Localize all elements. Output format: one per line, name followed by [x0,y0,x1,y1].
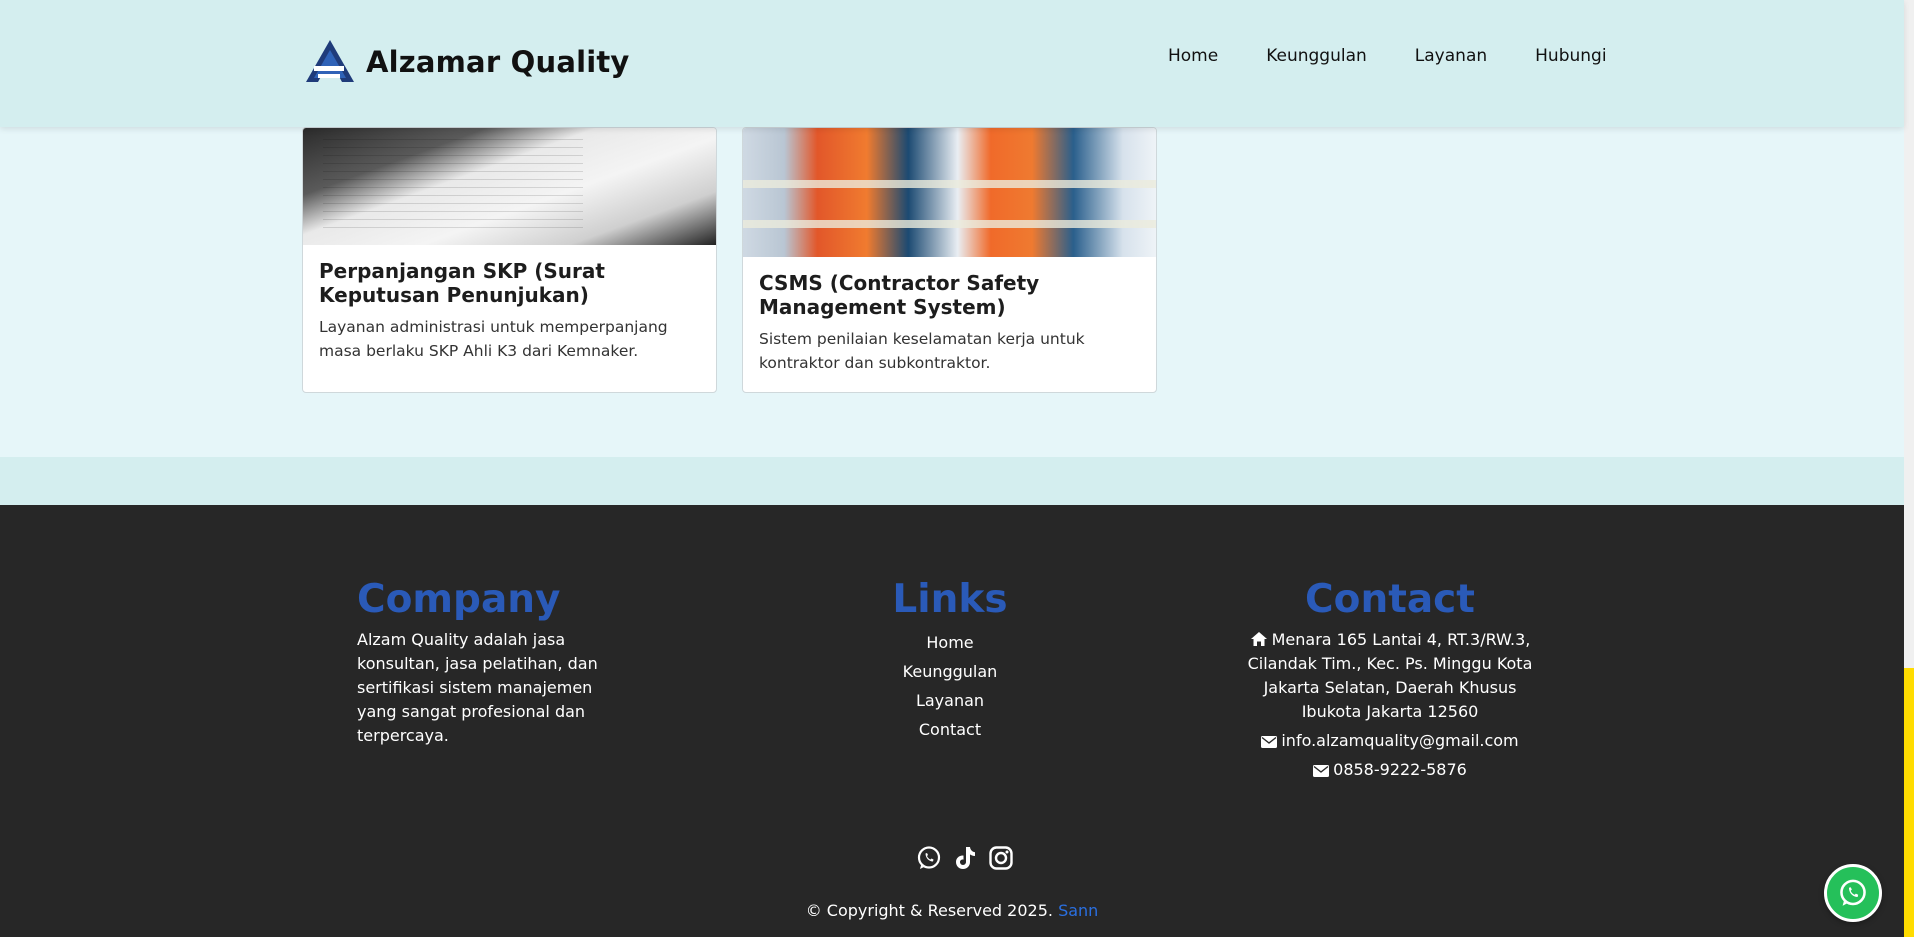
whatsapp-icon [1840,879,1866,906]
copyright: © Copyright & Reserved 2025. Sann [0,901,1904,920]
footer-link-layanan[interactable]: Layanan [850,686,1050,715]
contact-heading: Contact [1305,577,1475,622]
safety-workers-image [743,128,1156,257]
footer-link-home[interactable]: Home [850,628,1050,657]
site-footer: Company Alzam Quality adalah jasa konsul… [0,505,1904,937]
service-card[interactable]: Perpanjangan SKP (Surat Keputusan Penunj… [302,127,717,393]
contact-email[interactable]: info.alzamquality@gmail.com [1240,729,1540,753]
service-card[interactable]: CSMS (Contractor Safety Management Syste… [742,127,1157,393]
mail-icon [1313,765,1330,777]
nav-hubungi[interactable]: Hubungi [1535,46,1606,66]
address-text: Menara 165 Lantai 4, RT.3/RW.3, Cilandak… [1247,630,1533,721]
logo-icon [306,40,354,82]
logo[interactable]: Alzamar Quality [304,38,630,86]
card-description: Sistem penilaian keselamatan kerja untuk… [759,330,1085,372]
phone-text: 0858-9222-5876 [1333,760,1467,779]
scrollbar-thumb[interactable] [1904,668,1914,937]
main-nav: Home Keunggulan Layanan Hubungi [1168,46,1655,66]
mail-icon [1261,736,1278,748]
services-section: Perpanjangan SKP (Surat Keputusan Penunj… [0,127,1904,457]
contact-address: Menara 165 Lantai 4, RT.3/RW.3, Cilandak… [1240,628,1540,724]
company-text: Alzam Quality adalah jasa konsultan, jas… [357,630,598,745]
links-heading: Links [892,577,1008,622]
whatsapp-float-button[interactable] [1824,864,1882,922]
company-heading: Company [357,577,561,622]
footer-link-contact[interactable]: Contact [850,715,1050,744]
scrollbar[interactable] [1904,0,1914,937]
author-link[interactable]: Sann [1058,901,1098,920]
nav-layanan[interactable]: Layanan [1415,46,1487,66]
tiktok-icon[interactable] [952,845,978,871]
footer-contact: Contact Menara 165 Lantai 4, RT.3/RW.3, … [1240,577,1540,782]
site-header: Alzamar Quality Home Keunggulan Layanan … [0,0,1904,127]
footer-links: Links Home Keunggulan Layanan Contact [850,577,1050,744]
card-description: Layanan administrasi untuk memperpanjang… [319,318,668,360]
footer-link-keunggulan[interactable]: Keunggulan [850,657,1050,686]
contact-phone[interactable]: 0858-9222-5876 [1240,758,1540,782]
nav-keunggulan[interactable]: Keunggulan [1266,46,1367,66]
section-divider [0,457,1904,505]
social-links [916,845,1014,871]
whatsapp-icon[interactable] [916,845,942,871]
card-title: Perpanjangan SKP (Surat Keputusan Penunj… [319,259,605,307]
copyright-text: © Copyright & Reserved 2025. [805,901,1053,920]
brand-name: Alzamar Quality [366,45,630,79]
nav-home[interactable]: Home [1168,46,1218,66]
instagram-icon[interactable] [988,845,1014,871]
card-title: CSMS (Contractor Safety Management Syste… [759,271,1040,319]
home-icon [1250,632,1267,646]
email-text: info.alzamquality@gmail.com [1281,731,1519,750]
footer-company: Company Alzam Quality adalah jasa konsul… [357,577,617,748]
document-signing-image [303,128,716,245]
